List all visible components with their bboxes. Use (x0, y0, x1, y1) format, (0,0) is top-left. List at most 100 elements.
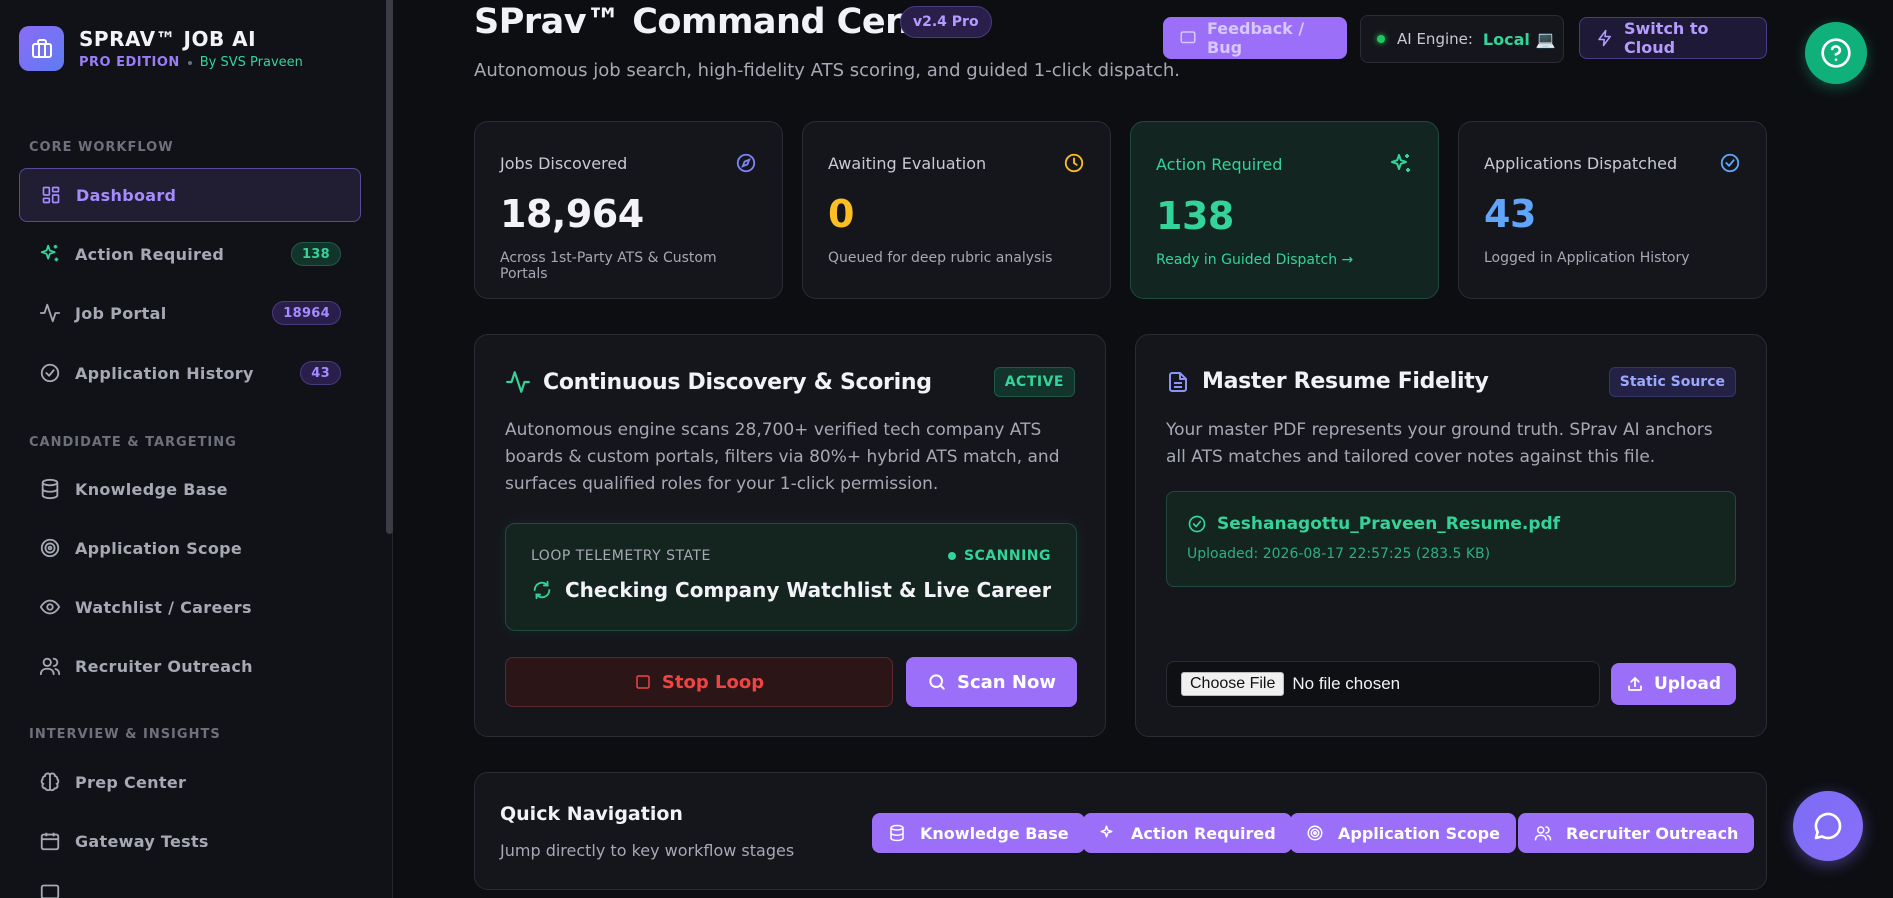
sidebar-item-application-scope[interactable]: Application Scope (19, 521, 361, 575)
stat-value: 0 (828, 192, 854, 236)
telemetry-status: SCANNING (947, 548, 1051, 564)
section-core-workflow: CORE WORKFLOW (29, 140, 174, 155)
status-badge: ACTIVE (993, 367, 1075, 397)
sidebar-item-label: Gateway Tests (75, 831, 209, 851)
stat-note: Logged in Application History (1484, 250, 1690, 266)
brand-title: SPRAV™ JOB AI (79, 27, 257, 51)
action-required-count-badge: 138 (290, 242, 341, 266)
scan-now-button[interactable]: Scan Now (906, 657, 1077, 707)
sidebar-item-label: Knowledge Base (75, 479, 228, 499)
switch-to-cloud-button[interactable]: Switch to Cloud (1579, 17, 1767, 59)
sidebar-item-label: Watchlist / Careers (75, 597, 252, 617)
discovery-panel: Continuous Discovery & Scoring ACTIVE Au… (474, 334, 1106, 737)
help-button[interactable] (1805, 22, 1867, 84)
sidebar-item-action-required[interactable]: Action Required 138 (19, 227, 361, 281)
brain-icon (39, 771, 61, 793)
chat-bubble-icon (1812, 810, 1844, 842)
stop-loop-label: Stop Loop (661, 671, 765, 693)
resume-file-name[interactable]: Seshanagottu_Praveen_Resume.pdf (1217, 514, 1560, 534)
ai-engine-label: AI Engine: (1397, 30, 1473, 48)
stat-value: 43 (1484, 192, 1536, 236)
discovery-description: Autonomous engine scans 28,700+ verified… (505, 420, 1060, 494)
briefcase-icon (19, 26, 64, 71)
quicknav-action-required-button[interactable]: Action Required (1083, 813, 1292, 853)
target-icon (39, 537, 61, 559)
quicknav-label: Knowledge Base (920, 823, 1069, 843)
stat-card-applications-dispatched[interactable]: Applications Dispatched 43 Logged in App… (1458, 121, 1767, 299)
scan-now-label: Scan Now (957, 671, 1056, 693)
folder-icon (39, 880, 61, 898)
quicknav-label: Recruiter Outreach (1566, 823, 1739, 843)
page-subtitle: Autonomous job search, high-fidelity ATS… (474, 60, 1180, 81)
chat-button[interactable] (1793, 791, 1863, 861)
sidebar-item-knowledge-base[interactable]: Knowledge Base (19, 462, 361, 516)
check-circle-icon (1187, 514, 1207, 534)
sidebar-item-gateway-tests[interactable]: Gateway Tests (19, 814, 361, 868)
quicknav-recruiter-outreach-button[interactable]: Recruiter Outreach (1518, 813, 1755, 853)
stat-card-awaiting-evaluation[interactable]: Awaiting Evaluation 0 Queued for deep ru… (802, 121, 1111, 299)
guided-dispatch-link[interactable]: Ready in Guided Dispatch → (1156, 252, 1413, 268)
sparkles-icon (1099, 824, 1117, 842)
sidebar-item-label: Prep Center (75, 772, 187, 792)
sidebar-item-watchlist-careers[interactable]: Watchlist / Careers (19, 580, 361, 634)
sidebar-item-label: Application History (75, 363, 254, 383)
sidebar-scrollbar[interactable] (386, 0, 393, 534)
sidebar-item-recruiter-outreach[interactable]: Recruiter Outreach (19, 639, 361, 693)
job-portal-count-badge: 18964 (272, 301, 341, 325)
resume-file-input[interactable]: Choose File No file chosen (1166, 661, 1600, 707)
stat-note: Queued for deep rubric analysis (828, 250, 1053, 266)
resume-file-meta: Uploaded: 2026-08-17 22:57:25 (283.5 KB) (1187, 546, 1491, 562)
brand-separator (187, 60, 192, 65)
sidebar-item-label: Application Scope (75, 538, 243, 558)
file-input-status: No file chosen (1292, 674, 1401, 693)
sidebar-item-job-portal[interactable]: Job Portal 18964 (19, 286, 361, 340)
database-icon (39, 478, 61, 500)
sidebar-item-label: Recruiter Outreach (75, 656, 253, 676)
feedback-button[interactable]: Feedback / Bug (1163, 17, 1347, 59)
users-icon (1534, 824, 1552, 842)
help-icon (1820, 37, 1852, 69)
clock-icon (1063, 152, 1085, 174)
status-dot (1377, 35, 1385, 43)
quicknav-application-scope-button[interactable]: Application Scope (1290, 813, 1516, 853)
version-badge: v2.4 Pro (900, 6, 992, 38)
ai-engine-value: Local 💻 (1482, 29, 1556, 49)
status-dot (947, 552, 956, 560)
eye-icon (39, 596, 61, 618)
activity-icon (505, 369, 531, 395)
upload-icon (1626, 675, 1644, 693)
stat-label: Jobs Discovered (500, 153, 628, 173)
quicknav-label: Application Scope (1338, 823, 1500, 843)
stat-card-jobs-discovered[interactable]: Jobs Discovered 18,964 Across 1st-Party … (474, 121, 783, 299)
database-icon (888, 824, 906, 842)
source-badge: Static Source (1608, 367, 1736, 397)
search-icon (927, 672, 947, 692)
application-history-count-badge: 43 (300, 361, 341, 385)
sidebar: SPRAV™ JOB AI PRO EDITION By SVS Praveen… (0, 0, 393, 898)
resume-title: Master Resume Fidelity (1202, 369, 1489, 394)
sidebar-item-cutoff[interactable] (19, 876, 361, 898)
brand[interactable]: SPRAV™ JOB AI PRO EDITION By SVS Praveen (19, 26, 303, 71)
brand-byline: By SVS Praveen (199, 55, 303, 70)
choose-file-button[interactable]: Choose File (1181, 672, 1285, 696)
stop-loop-button[interactable]: Stop Loop (505, 657, 893, 707)
sidebar-item-dashboard[interactable]: Dashboard (19, 168, 361, 222)
quicknav-subtitle: Jump directly to key workflow stages (500, 841, 795, 860)
stat-label: Applications Dispatched (1484, 153, 1678, 173)
telemetry-status-text: SCANNING (963, 548, 1051, 564)
page-title: SPrav™ Command Center (474, 2, 966, 42)
quicknav-knowledge-base-button[interactable]: Knowledge Base (872, 813, 1085, 853)
sidebar-item-label: Action Required (75, 244, 225, 264)
dashboard-icon (40, 184, 62, 206)
sidebar-item-prep-center[interactable]: Prep Center (19, 755, 361, 809)
check-circle-icon (1719, 152, 1741, 174)
stop-icon (634, 673, 652, 691)
sidebar-item-application-history[interactable]: Application History 43 (19, 346, 361, 400)
target-icon (1306, 824, 1324, 842)
discovery-title: Continuous Discovery & Scoring (543, 369, 932, 395)
stat-card-action-required[interactable]: Action Required 138 Ready in Guided Disp… (1130, 121, 1439, 299)
stat-label: Awaiting Evaluation (828, 153, 987, 173)
upload-button[interactable]: Upload (1611, 663, 1736, 705)
stat-value: 18,964 (500, 192, 644, 236)
lightning-icon (1596, 29, 1614, 47)
